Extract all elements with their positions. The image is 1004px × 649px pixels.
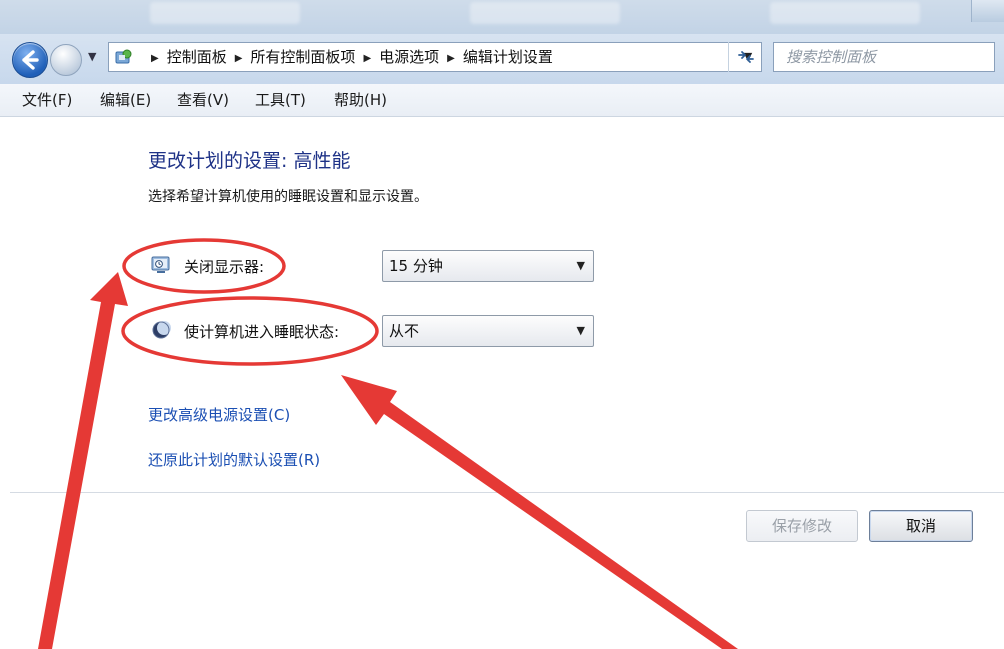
- breadcrumb-item[interactable]: 电源选项: [379, 48, 439, 66]
- blurred-tab: [470, 2, 620, 24]
- history-dropdown-icon[interactable]: ▼: [88, 50, 96, 63]
- menu-help[interactable]: 帮助(H): [334, 84, 387, 116]
- monitor-clock-icon: [151, 256, 170, 273]
- annotation-arrow: [341, 375, 738, 649]
- breadcrumb: ▶ 控制面板 ▶ 所有控制面板项 ▶ 电源选项 ▶ 编辑计划设置: [143, 43, 553, 71]
- window-control-button[interactable]: [971, 0, 1004, 22]
- display-off-select[interactable]: 15 分钟 ▼: [382, 250, 594, 282]
- chevron-right-icon[interactable]: ▶: [355, 53, 379, 64]
- moon-sleep-icon: [152, 321, 171, 339]
- breadcrumb-item[interactable]: 编辑计划设置: [463, 48, 553, 66]
- divider: [10, 492, 1004, 493]
- page-title: 更改计划的设置: 高性能: [148, 150, 351, 172]
- sleep-label: 使计算机进入睡眠状态:: [184, 323, 340, 341]
- menu-view[interactable]: 查看(V): [177, 84, 229, 116]
- control-panel-icon: [115, 49, 132, 64]
- display-off-value: 15 分钟: [389, 257, 443, 275]
- chevron-right-icon[interactable]: ▶: [439, 53, 463, 64]
- menu-file[interactable]: 文件(F): [22, 84, 72, 116]
- window-titlebar: [0, 0, 1004, 34]
- advanced-power-settings-link[interactable]: 更改高级电源设置(C): [148, 404, 290, 425]
- annotation-arrow: [38, 272, 128, 649]
- blurred-tab: [770, 2, 920, 24]
- address-bar[interactable]: ▶ 控制面板 ▶ 所有控制面板项 ▶ 电源选项 ▶ 编辑计划设置 ▼: [108, 42, 762, 72]
- sleep-select[interactable]: 从不 ▼: [382, 315, 594, 347]
- chevron-right-icon: ▶: [151, 53, 159, 64]
- chevron-right-icon[interactable]: ▶: [227, 53, 251, 64]
- menu-tools[interactable]: 工具(T): [255, 84, 306, 116]
- search-input[interactable]: 搜索控制面板: [773, 42, 995, 72]
- menu-bar: 文件(F) 编辑(E) 查看(V) 工具(T) 帮助(H): [0, 84, 1004, 117]
- page-subtitle: 选择希望计算机使用的睡眠设置和显示设置。: [148, 189, 428, 205]
- refresh-icon: [738, 51, 754, 63]
- save-button[interactable]: 保存修改: [746, 510, 858, 542]
- chevron-down-icon: ▼: [576, 324, 585, 337]
- navigation-toolbar: ▼ ▶ 控制面板 ▶ 所有控制面板项 ▶ 电源选项 ▶ 编辑计划设置 ▼ 搜索控制面板: [0, 34, 1004, 84]
- blurred-tab: [150, 2, 300, 24]
- breadcrumb-item[interactable]: 控制面板: [167, 48, 227, 66]
- refresh-button[interactable]: [728, 42, 763, 72]
- sleep-value: 从不: [389, 322, 420, 340]
- breadcrumb-item[interactable]: 所有控制面板项: [250, 48, 355, 66]
- back-button[interactable]: [12, 42, 48, 78]
- chevron-down-icon: ▼: [576, 259, 585, 272]
- cancel-button[interactable]: 取消: [869, 510, 973, 542]
- restore-defaults-link[interactable]: 还原此计划的默认设置(R): [148, 449, 320, 470]
- forward-button[interactable]: [50, 44, 82, 76]
- menu-edit[interactable]: 编辑(E): [100, 84, 151, 116]
- display-off-label: 关闭显示器:: [184, 258, 265, 276]
- arrow-left-icon: [22, 50, 39, 70]
